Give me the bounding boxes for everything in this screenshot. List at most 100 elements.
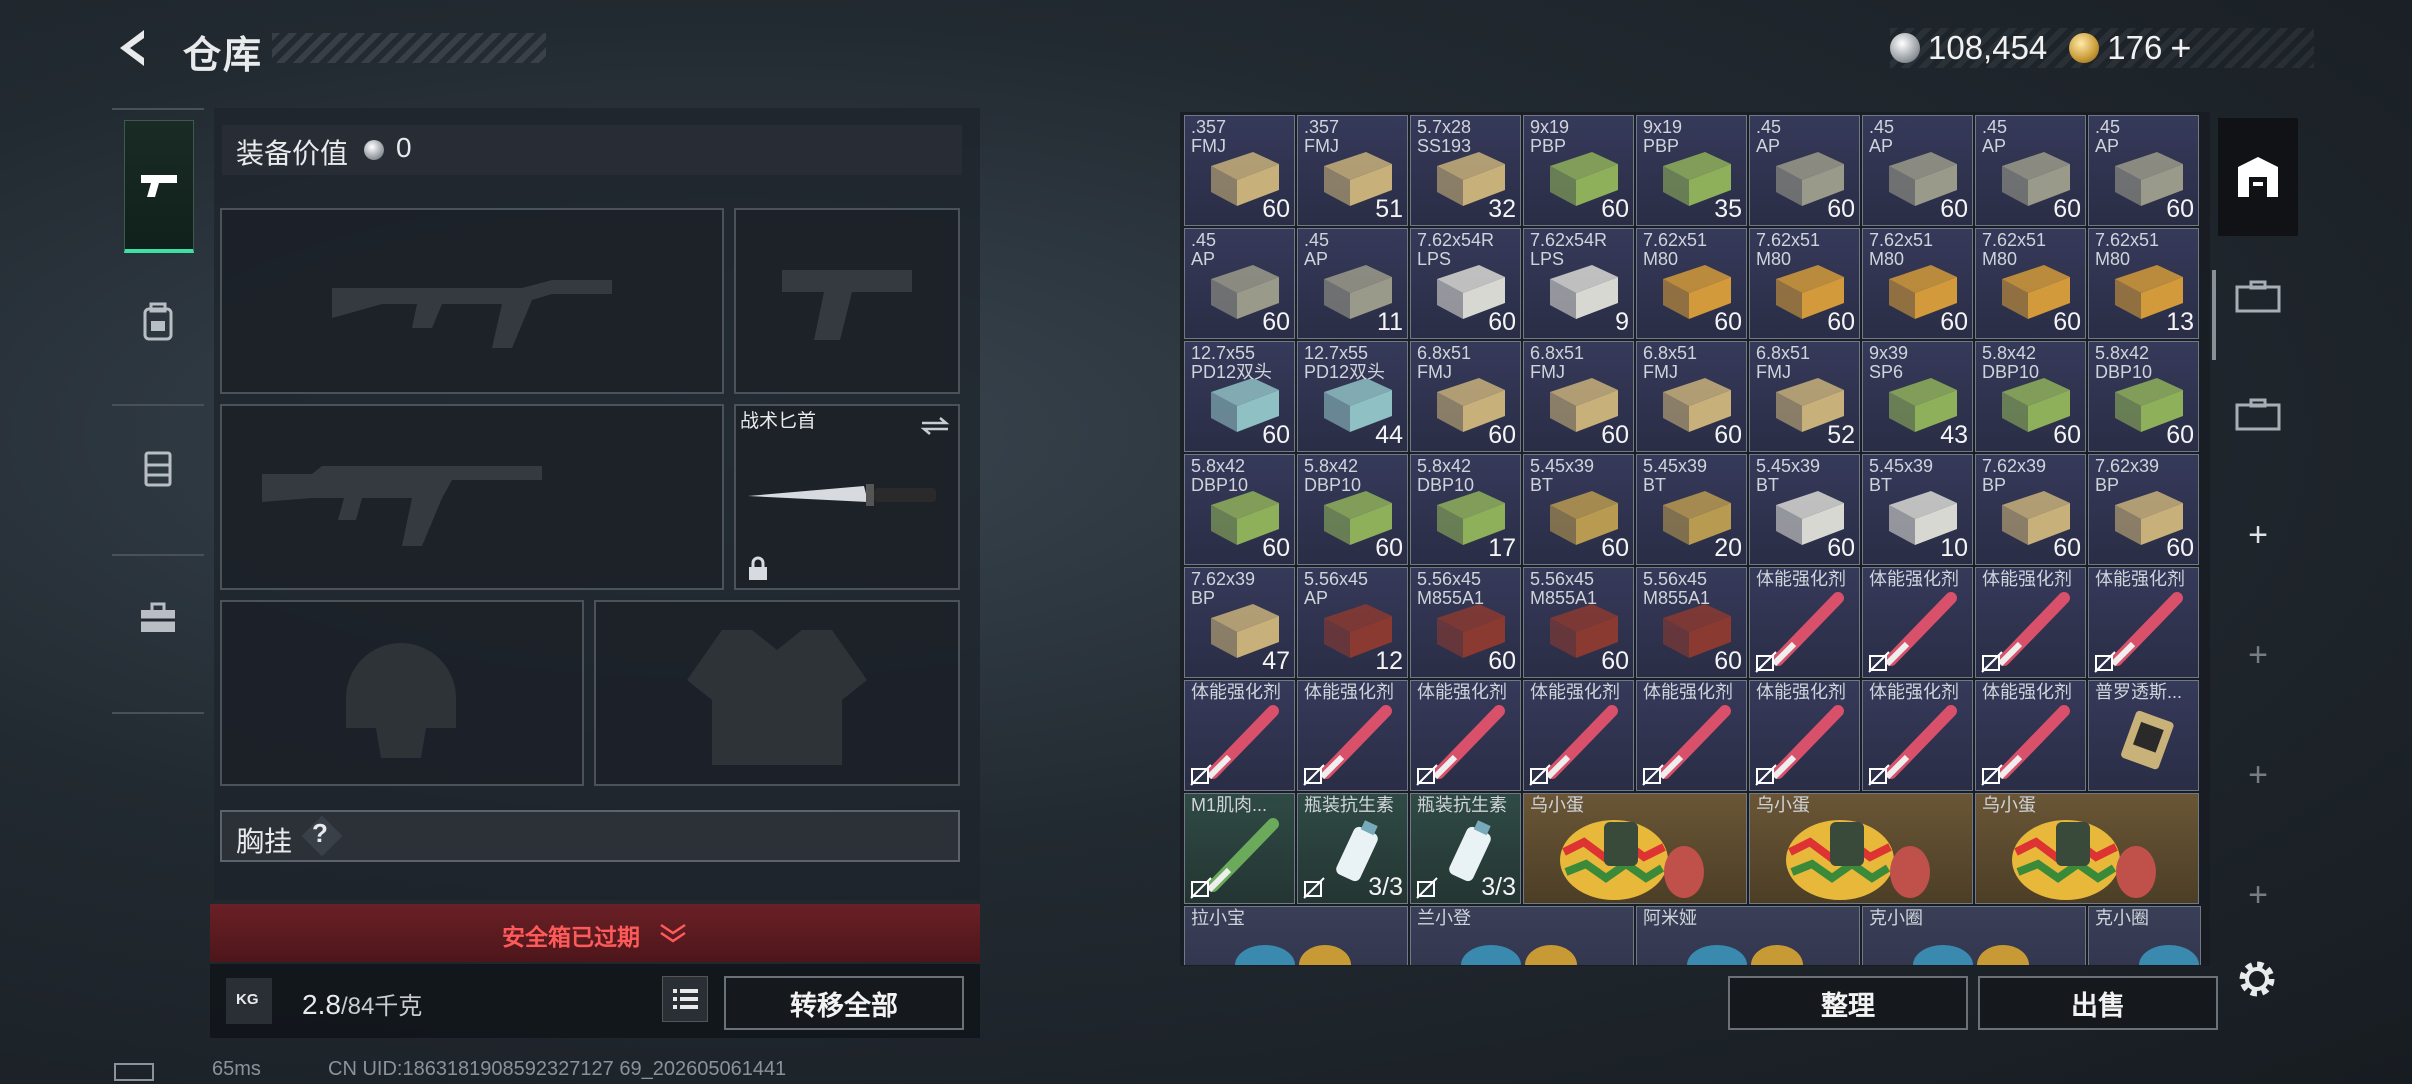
tab-case-tier3[interactable] <box>2218 238 2298 356</box>
inventory-item[interactable]: 5.56x45 M855A1 60 <box>1523 567 1634 678</box>
primary-weapon-slot[interactable] <box>220 208 724 394</box>
sell-button[interactable]: 出售 <box>1978 976 2218 1030</box>
transfer-all-button[interactable]: 转移全部 <box>724 976 964 1030</box>
collectible-item[interactable]: 乌小蛋 <box>1523 793 1747 904</box>
add-case-button[interactable]: + <box>2218 716 2298 834</box>
inventory-item[interactable]: 体能强化剂 <box>1749 680 1860 791</box>
inventory-item[interactable]: 体能强化剂 <box>1862 680 1973 791</box>
inventory-item[interactable]: 12.7x55 PD12双头 44 <box>1297 341 1408 452</box>
sidearm-slot[interactable] <box>734 208 960 394</box>
helmet-slot[interactable] <box>220 600 584 786</box>
collectible-item[interactable]: 乌小蛋 <box>1975 793 2199 904</box>
inventory-item[interactable]: 5.7x28 SS193 32 <box>1410 115 1521 226</box>
item-name: 6.8x51 FMJ <box>1417 343 1472 382</box>
collectible-item[interactable]: 克小圈 <box>1862 906 2086 965</box>
inventory-item[interactable]: 体能强化剂 <box>1862 567 1973 678</box>
storage-case-tabs: + + + + <box>2218 118 2298 1038</box>
inventory-item[interactable]: 7.62x54R LPS 9 <box>1523 228 1634 339</box>
add-case-button[interactable]: + <box>2218 476 2298 594</box>
inventory-item[interactable]: 5.56x45 M855A1 60 <box>1636 567 1747 678</box>
inventory-item[interactable]: 普罗透斯... <box>2088 680 2199 791</box>
equipment-value-label: 装备价值 <box>236 138 349 169</box>
list-view-button[interactable] <box>662 976 708 1022</box>
inventory-item[interactable]: .45 AP 60 <box>2088 115 2199 226</box>
inventory-item[interactable]: 体能强化剂 <box>1975 680 2086 791</box>
inventory-item[interactable]: 体能强化剂 <box>1636 680 1747 791</box>
inventory-item[interactable]: 7.62x39 BP 47 <box>1184 567 1295 678</box>
inventory-item[interactable]: .45 AP 60 <box>1862 115 1973 226</box>
item-count: 52 <box>1827 421 1855 449</box>
inventory-item[interactable]: .45 AP 60 <box>1975 115 2086 226</box>
inventory-item[interactable]: 5.45x39 BT 20 <box>1636 454 1747 565</box>
sort-button[interactable]: 整理 <box>1728 976 1968 1030</box>
inventory-item[interactable]: 7.62x39 BP 60 <box>2088 454 2199 565</box>
silver-currency-value: 108,454 <box>1928 29 2048 66</box>
item-count: 47 <box>1262 647 1290 675</box>
back-arrow-icon[interactable] <box>112 26 156 70</box>
inventory-item[interactable]: M1肌肉... <box>1184 793 1295 904</box>
tab-case-tier4[interactable] <box>2218 356 2298 474</box>
inventory-item[interactable]: 5.45x39 BT 60 <box>1523 454 1634 565</box>
inventory-item[interactable]: 6.8x51 FMJ 60 <box>1410 341 1521 452</box>
inventory-item[interactable]: 9x39 SP6 43 <box>1862 341 1973 452</box>
storage-scrollbar[interactable] <box>2212 270 2216 360</box>
inventory-item[interactable]: 7.62x51 M80 60 <box>1862 228 1973 339</box>
secondary-weapon-slot[interactable] <box>220 404 724 590</box>
collectible-item[interactable]: 阿米娅 <box>1636 906 1860 965</box>
armor-slot[interactable] <box>594 600 960 786</box>
swap-icon[interactable] <box>920 416 950 436</box>
inventory-item[interactable]: 体能强化剂 <box>2088 567 2199 678</box>
tab-weapons[interactable] <box>124 120 194 253</box>
gear-icon[interactable] <box>2234 956 2280 1002</box>
item-name: 7.62x51 M80 <box>2095 230 2160 269</box>
collectible-item[interactable]: 乌小蛋 <box>1749 793 1973 904</box>
inventory-item[interactable]: 体能强化剂 <box>1184 680 1295 791</box>
item-count: 60 <box>1601 534 1629 562</box>
add-case-button[interactable]: + <box>2218 836 2298 954</box>
inventory-item[interactable]: 9x19 PBP 35 <box>1636 115 1747 226</box>
inventory-item[interactable]: 7.62x54R LPS 60 <box>1410 228 1521 339</box>
inventory-item[interactable]: 7.62x51 M80 13 <box>2088 228 2199 339</box>
inventory-item[interactable]: 体能强化剂 <box>1297 680 1408 791</box>
uid-text: CN UID:1863181908592327127 69_2026050614… <box>328 1058 787 1080</box>
inventory-item[interactable]: 瓶装抗生素 3/3 <box>1410 793 1521 904</box>
inventory-item[interactable]: 5.45x39 BT 10 <box>1862 454 1973 565</box>
add-gold-button[interactable]: + <box>2170 27 2191 69</box>
inventory-item[interactable]: 5.8x42 DBP10 60 <box>1297 454 1408 565</box>
collectible-item[interactable]: 拉小宝 <box>1184 906 1408 965</box>
collectible-item[interactable]: 兰小登 <box>1410 906 1634 965</box>
inventory-item[interactable]: 5.45x39 BT 60 <box>1749 454 1860 565</box>
inventory-item[interactable]: 9x19 PBP 60 <box>1523 115 1634 226</box>
inventory-item[interactable]: 12.7x55 PD12双头 60 <box>1184 341 1295 452</box>
inventory-item[interactable]: 7.62x51 M80 60 <box>1636 228 1747 339</box>
inventory-item[interactable]: 5.8x42 DBP10 60 <box>1975 341 2086 452</box>
inventory-item[interactable]: 体能强化剂 <box>1975 567 2086 678</box>
inventory-item[interactable]: 6.8x51 FMJ 52 <box>1749 341 1860 452</box>
tab-vest[interactable] <box>124 404 192 532</box>
tab-toolbox[interactable] <box>124 554 192 682</box>
inventory-item[interactable]: 体能强化剂 <box>1410 680 1521 791</box>
inventory-item[interactable]: 7.62x51 M80 60 <box>1975 228 2086 339</box>
inventory-item[interactable]: .357 FMJ 60 <box>1184 115 1295 226</box>
inventory-item[interactable]: .45 AP 11 <box>1297 228 1408 339</box>
inventory-item[interactable]: 瓶装抗生素 3/3 <box>1297 793 1408 904</box>
inventory-item[interactable]: 5.56x45 M855A1 60 <box>1410 567 1521 678</box>
collectible-item[interactable]: 克小圈 <box>2088 906 2201 965</box>
inventory-item[interactable]: 5.8x42 DBP10 17 <box>1410 454 1521 565</box>
inventory-item[interactable]: 7.62x51 M80 60 <box>1749 228 1860 339</box>
item-name: 6.8x51 FMJ <box>1530 343 1585 382</box>
inventory-item[interactable]: 5.8x42 DBP10 60 <box>1184 454 1295 565</box>
inventory-item[interactable]: .357 FMJ 51 <box>1297 115 1408 226</box>
inventory-item[interactable]: 体能强化剂 <box>1523 680 1634 791</box>
inventory-item[interactable]: .45 AP 60 <box>1749 115 1860 226</box>
inventory-item[interactable]: 体能强化剂 <box>1749 567 1860 678</box>
inventory-item[interactable]: .45 AP 60 <box>1184 228 1295 339</box>
tab-backpack[interactable] <box>124 258 192 386</box>
inventory-item[interactable]: 5.56x45 AP 12 <box>1297 567 1408 678</box>
inventory-item[interactable]: 7.62x39 BP 60 <box>1975 454 2086 565</box>
inventory-item[interactable]: 5.8x42 DBP10 60 <box>2088 341 2199 452</box>
tab-storage[interactable] <box>2218 118 2298 236</box>
add-case-button[interactable]: + <box>2218 596 2298 714</box>
inventory-item[interactable]: 6.8x51 FMJ 60 <box>1523 341 1634 452</box>
inventory-item[interactable]: 6.8x51 FMJ 60 <box>1636 341 1747 452</box>
